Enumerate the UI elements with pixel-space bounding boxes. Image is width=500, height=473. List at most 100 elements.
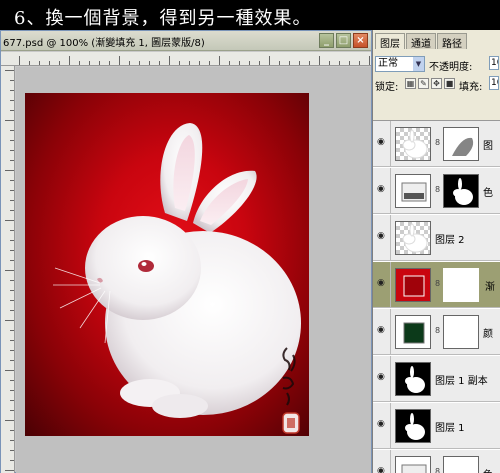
ruler-tick [99,61,100,65]
tab-layers[interactable]: 图层 [375,33,405,50]
ruler-tick [269,56,270,65]
levels-icon [401,182,427,202]
layer-row[interactable]: ◉ 图层 1 [373,403,500,449]
fill-field[interactable]: 10 [489,76,499,90]
ruler-tick [5,120,14,121]
ruler-tick [10,400,14,401]
caption-text: 6、換一個背景，得到另一種效果。 [14,8,312,29]
ruler-tick [349,61,350,65]
blend-mode-value: 正常 [378,58,398,69]
chevron-down-icon[interactable]: ▼ [413,57,424,71]
layer-list: ◉ 8 图 ◉ 8 色 ◉ 图层 2 ◉ 8 渐 ◉ 8 颜 ◉ 图层 1 副本… [373,120,500,473]
rabbit-silhouette-icon [405,366,425,393]
layer-row[interactable]: ◉ 8 图 [373,121,500,167]
gradient-fill-thumbnail [395,268,431,302]
layers-panel: 图层 通道 路径 正常 ▼ 不透明度: 10 锁定: ▦ ✎ ✥ ■ 填充: 1… [372,30,500,473]
ruler-tick [10,140,14,141]
layer-row-selected[interactable]: ◉ 8 渐 [373,262,500,308]
lock-move-icon[interactable]: ✥ [431,78,442,89]
ruler-tick [19,56,20,65]
close-button[interactable]: × [353,33,368,48]
levels-icon [401,464,427,473]
ruler-tick [10,390,14,391]
eye-icon: ◉ [377,137,385,147]
color-fill-thumbnail [395,315,431,349]
ruler-tick [109,61,110,65]
eye-icon: ◉ [377,325,385,335]
lock-all-icon[interactable]: ■ [444,78,455,89]
visibility-cell[interactable]: ◉ [373,262,391,308]
ruler-tick [369,56,370,65]
layer-row[interactable]: ◉ 图层 1 副本 [373,356,500,402]
ruler-tick [5,220,14,221]
ruler-tick [10,230,14,231]
ruler-tick [199,61,200,65]
tab-channels[interactable]: 通道 [406,33,436,50]
ruler-tick [10,200,14,201]
eye-icon: ◉ [377,278,385,288]
layer-name: 图 [483,141,493,152]
ruler-tick [129,61,130,65]
link-icon: 8 [435,279,441,288]
ruler-tick [10,90,14,91]
opacity-label: 不透明度: [429,62,473,73]
color-fill-icon [403,322,425,344]
ruler-tick [179,61,180,65]
fill-label: 填充: [459,82,483,93]
ruler-tick [10,460,14,461]
layer-name: 颜 [483,329,493,340]
ruler-tick [10,350,14,351]
layer-row[interactable]: ◉ 8 色 [373,168,500,214]
mask-thumbnail [443,268,479,302]
visibility-cell[interactable]: ◉ [373,215,391,261]
ruler-tick [10,190,14,191]
layer-thumbnail [395,127,431,161]
lock-paint-icon[interactable]: ✎ [418,78,429,89]
rabbit-silhouette-icon [405,413,425,440]
visibility-cell[interactable]: ◉ [373,168,391,214]
canvas-area[interactable] [16,67,371,473]
layer-name: 渐 [485,282,495,293]
maximize-button[interactable]: □ [336,33,351,48]
layer-name: 色 [483,188,493,199]
layer-row[interactable]: ◉ 8 色 [373,450,500,473]
mask-shape-icon [452,137,474,156]
mask-thumbnail [443,315,479,349]
blend-mode-select[interactable]: 正常 ▼ [375,56,425,72]
visibility-cell[interactable]: ◉ [373,309,391,355]
minimize-button[interactable]: _ [319,33,334,48]
ruler-tick [259,61,260,65]
ruler-tick [69,56,70,65]
opacity-field[interactable]: 10 [489,56,499,70]
mask-thumbnail [443,127,479,161]
lock-label: 锁定: [375,82,399,93]
layer-row[interactable]: ◉ 8 颜 [373,309,500,355]
ruler-tick [59,61,60,65]
ruler-tick [10,80,14,81]
ruler-tick [359,61,360,65]
canvas-image [25,93,309,436]
visibility-cell[interactable]: ◉ [373,403,391,449]
ruler-tick [10,280,14,281]
eye-icon: ◉ [377,231,385,241]
ruler-tick [149,61,150,65]
ruler-tick [10,150,14,151]
lock-transparency-icon[interactable]: ▦ [405,78,416,89]
ruler-tick [169,56,170,65]
ruler-tick [5,170,14,171]
visibility-cell[interactable]: ◉ [373,450,391,473]
visibility-cell[interactable]: ◉ [373,121,391,167]
ruler-tick [10,410,14,411]
ruler-tick [10,240,14,241]
document-titlebar[interactable]: 677.psd @ 100% (漸變填充 1, 圖层蒙版/8) _ □ × [1,31,371,51]
layer-row[interactable]: ◉ 图层 2 [373,215,500,261]
visibility-cell[interactable]: ◉ [373,356,391,402]
ruler-tick [249,61,250,65]
panel-tabs: 图层 通道 路径 [373,33,500,50]
ruler-tick [10,330,14,331]
ruler-tick [10,340,14,341]
mask-thumbnail [443,456,479,473]
tab-paths[interactable]: 路径 [437,33,467,50]
ruler-tick [189,61,190,65]
ruler-tick [39,61,40,65]
